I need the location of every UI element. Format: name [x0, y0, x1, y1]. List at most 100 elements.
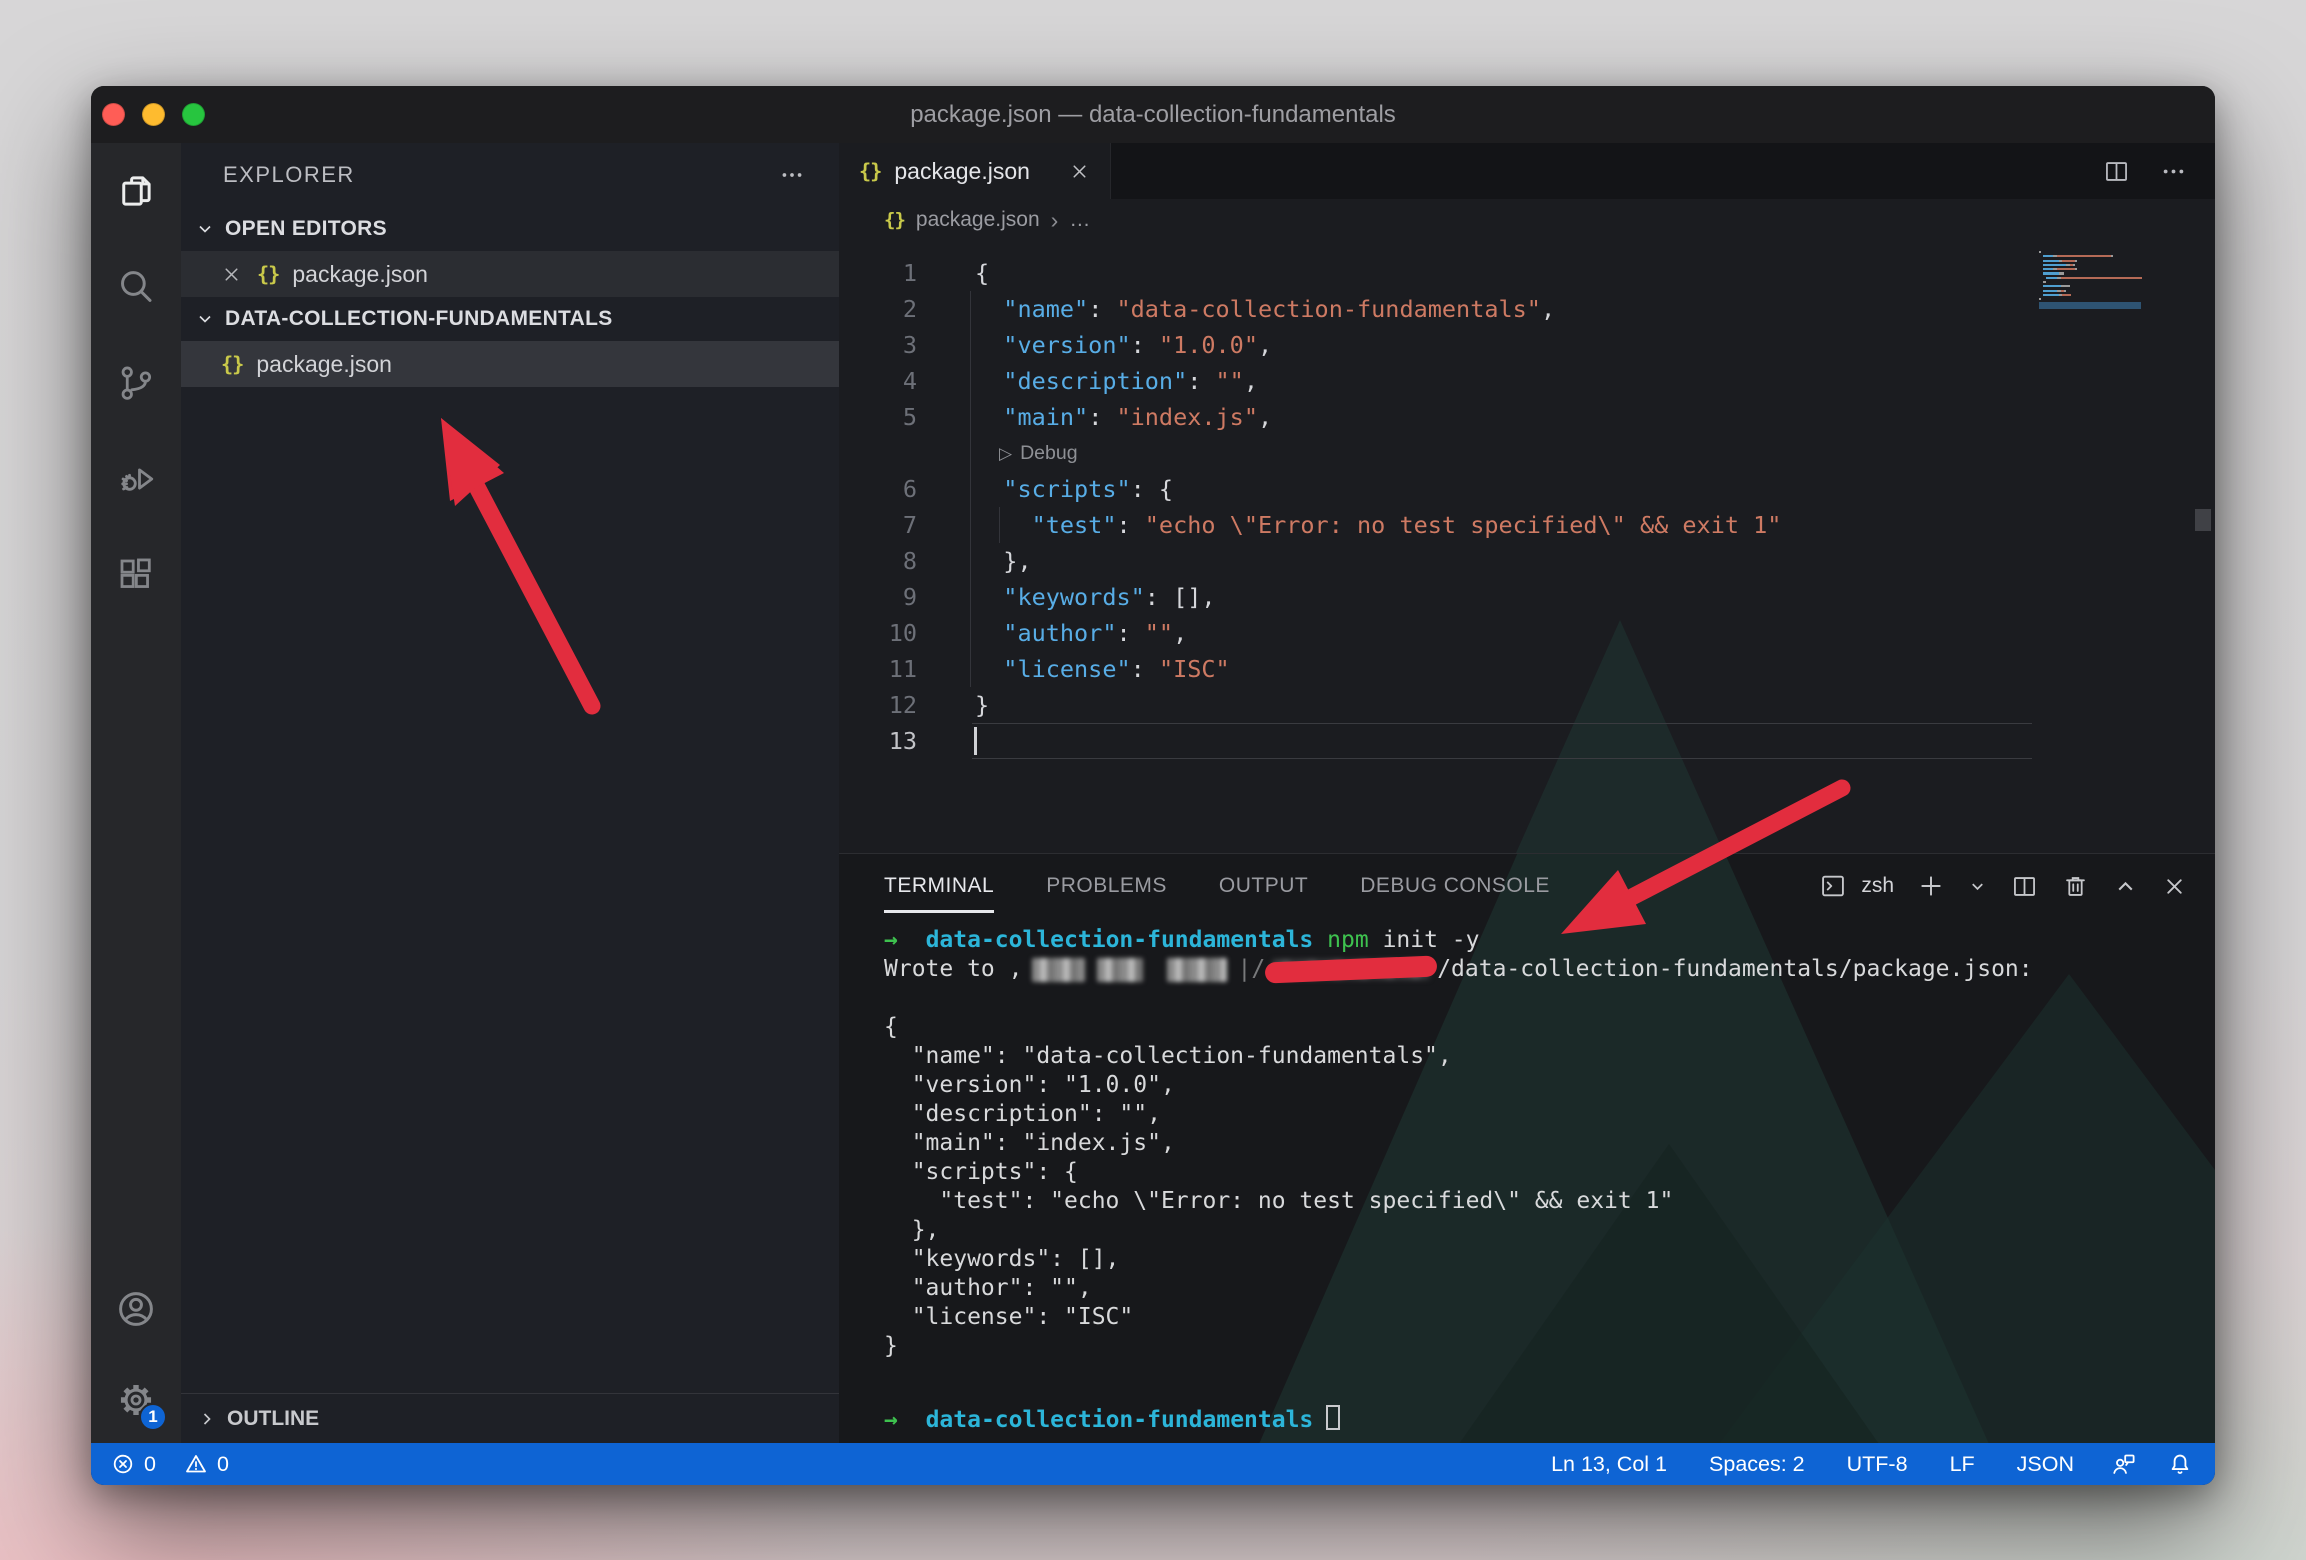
search-icon [115, 266, 157, 308]
line-number: 12 [839, 687, 917, 723]
code-line-3[interactable]: 3 "version": "1.0.0", [839, 327, 2215, 363]
line-number: 5 [839, 399, 917, 435]
code-line-6[interactable]: 6 "scripts": { [839, 471, 2215, 507]
vscode-window: package.json — data-collection-fundament… [91, 86, 2215, 1485]
terminal-output-line: "author": "", [884, 1274, 2215, 1303]
explorer-empty-area[interactable] [181, 387, 839, 1393]
redacted-block [1167, 958, 1227, 982]
close-editor-icon[interactable] [221, 264, 242, 285]
files-icon [115, 170, 157, 212]
activity-bar: 1 [91, 143, 181, 1443]
status-lf[interactable]: LF [1950, 1452, 1975, 1477]
line-number: 8 [839, 543, 917, 579]
line-number: 2 [839, 291, 917, 327]
terminal-cursor [1326, 1405, 1340, 1430]
editor-scrollbar-thumb[interactable] [2195, 509, 2211, 531]
json-file-icon: {} [884, 209, 905, 231]
code-line-8[interactable]: 8 }, [839, 543, 2215, 579]
sidebar-title: EXPLORER [223, 162, 355, 188]
maximize-panel-chevron-icon[interactable] [2113, 874, 2138, 899]
outline-section-header[interactable]: OUTLINE [181, 1393, 839, 1443]
terminal-output-line: "license": "ISC" [884, 1303, 2215, 1332]
redacted-block [1097, 958, 1143, 982]
split-terminal-icon[interactable] [2011, 873, 2038, 900]
terminal-icon [1819, 872, 1847, 900]
code-line-11[interactable]: 11 "license": "ISC" [839, 651, 2215, 687]
redacted-block [1032, 958, 1085, 982]
code-line-10[interactable]: 10 "author": "", [839, 615, 2215, 651]
source-control-branch-icon [115, 362, 157, 404]
status-ln-13-col-1[interactable]: Ln 13, Col 1 [1551, 1452, 1667, 1477]
terminal-output-line: "test": "echo \"Error: no test specified… [884, 1187, 2215, 1216]
terminal-prompt: → data-collection-fundamentals npm init … [884, 926, 2215, 955]
run-debug-icon [115, 458, 157, 500]
notifications-bell-icon[interactable] [2167, 1451, 2193, 1477]
activity-run-debug[interactable] [91, 431, 181, 527]
problems-status[interactable]: 0 0 [111, 1452, 229, 1477]
explorer-sidebar: EXPLORER OPEN EDITORS {} package.json [181, 143, 839, 1443]
activity-settings[interactable]: 1 [91, 1357, 181, 1443]
editor-more-actions-icon[interactable] [2160, 158, 2187, 185]
terminal-output-line: } [884, 1332, 2215, 1361]
open-editor-file-label: package.json [292, 261, 428, 288]
panel-tab-problems[interactable]: PROBLEMS [1046, 874, 1167, 898]
code-line-1[interactable]: 1{ [839, 255, 2215, 291]
split-editor-icon[interactable] [2103, 158, 2130, 185]
file-item-package-json[interactable]: {} package.json [181, 341, 839, 387]
activity-source-control[interactable] [91, 335, 181, 431]
file-label: package.json [256, 351, 392, 378]
folder-section-header[interactable]: DATA-COLLECTION-FUNDAMENTALS [181, 297, 839, 341]
status-json[interactable]: JSON [2017, 1452, 2074, 1477]
minimap[interactable] [2039, 251, 2141, 309]
open-editor-item-package-json[interactable]: {} package.json [181, 251, 839, 297]
panel-tab-terminal[interactable]: TERMINAL [884, 874, 994, 898]
close-panel-icon[interactable] [2162, 874, 2187, 899]
minimize-window-button[interactable] [142, 103, 165, 126]
tab-package-json[interactable]: {} package.json [839, 143, 1111, 199]
bottom-panel: TERMINAL PROBLEMS OUTPUT DEBUG CONSOLE zsh [839, 853, 2215, 1443]
terminal-output-line: "name": "data-collection-fundamentals", [884, 1042, 2215, 1071]
activity-extensions[interactable] [91, 527, 181, 623]
editor-cursor [974, 727, 977, 755]
activity-account[interactable] [91, 1261, 181, 1357]
line-number: 13 [839, 723, 917, 759]
shell-name[interactable]: zsh [1861, 874, 1894, 898]
more-actions-icon[interactable] [779, 162, 805, 188]
errors-count: 0 [144, 1452, 156, 1477]
breadcrumb-more[interactable]: … [1069, 208, 1090, 232]
new-terminal-icon[interactable] [1918, 873, 1944, 899]
status-utf-8[interactable]: UTF-8 [1847, 1452, 1908, 1477]
title-bar[interactable]: package.json — data-collection-fundament… [91, 86, 2215, 143]
code-line-4[interactable]: 4 "description": "", [839, 363, 2215, 399]
warnings-count: 0 [217, 1452, 229, 1477]
terminal-output-line: "main": "index.js", [884, 1129, 2215, 1158]
zoom-window-button[interactable] [182, 103, 205, 126]
editor-group: {} package.json {} package.json › … [839, 143, 2215, 1443]
terminal-output-line: }, [884, 1216, 2215, 1245]
close-tab-icon[interactable] [1069, 161, 1090, 182]
breadcrumb[interactable]: {} package.json › … [839, 199, 2215, 241]
open-editors-header[interactable]: OPEN EDITORS [181, 207, 839, 251]
feedback-icon[interactable] [2110, 1451, 2137, 1478]
code-line-12[interactable]: 12} [839, 687, 2215, 723]
close-window-button[interactable] [102, 103, 125, 126]
code-line-2[interactable]: 2 "name": "data-collection-fundamentals"… [839, 291, 2215, 327]
terminal-output-line: "version": "1.0.0", [884, 1071, 2215, 1100]
terminal-output[interactable]: → data-collection-fundamentals npm init … [839, 918, 2215, 1443]
activity-explorer[interactable] [91, 143, 181, 239]
code-line-9[interactable]: 9 "keywords": [], [839, 579, 2215, 615]
terminal-output-line: { [884, 1013, 2215, 1042]
activity-search[interactable] [91, 239, 181, 335]
code-line-5[interactable]: 5 "main": "index.js", [839, 399, 2215, 435]
line-number: 10 [839, 615, 917, 651]
launch-profile-chevron-icon[interactable] [1968, 877, 1987, 896]
code-line-7[interactable]: 7 "test": "echo \"Error: no test specifi… [839, 507, 2215, 543]
code-line-13[interactable]: 13 [839, 723, 2215, 759]
codelens-debug[interactable]: ▷Debug [839, 435, 2215, 471]
kill-terminal-trash-icon[interactable] [2062, 873, 2089, 900]
code-editor[interactable]: 1{2 "name": "data-collection-fundamental… [839, 241, 2215, 853]
status-spaces-2[interactable]: Spaces: 2 [1709, 1452, 1805, 1477]
breadcrumb-file[interactable]: package.json [916, 208, 1040, 232]
panel-tab-debug-console[interactable]: DEBUG CONSOLE [1360, 874, 1550, 898]
panel-tab-output[interactable]: OUTPUT [1219, 874, 1308, 898]
